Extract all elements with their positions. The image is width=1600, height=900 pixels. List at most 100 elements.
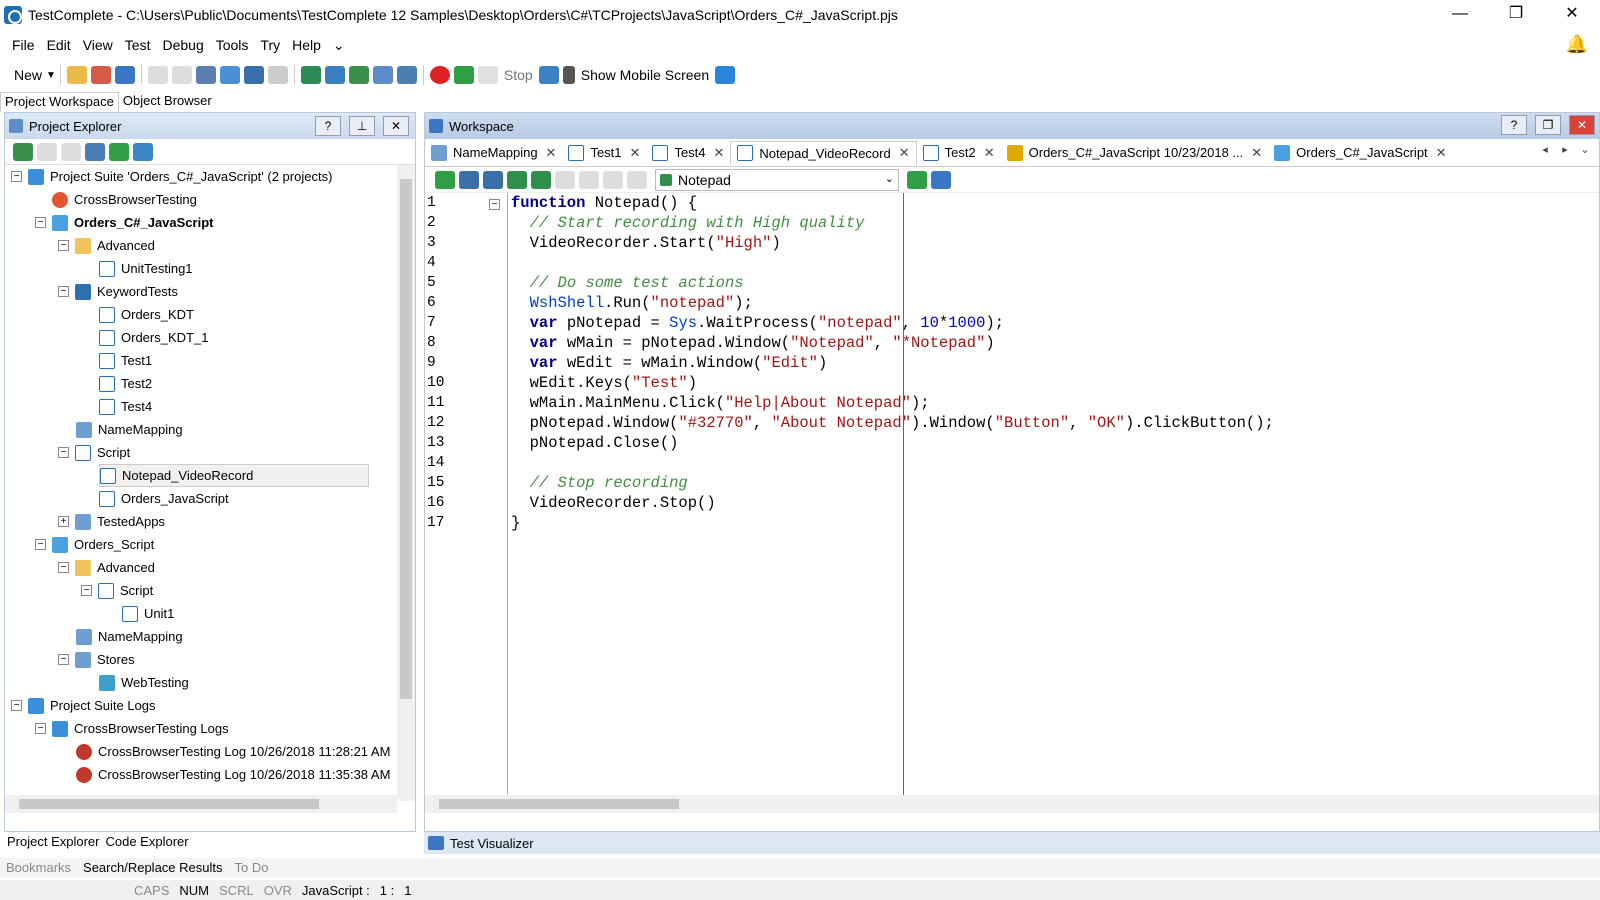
redo-icon[interactable] bbox=[171, 66, 192, 84]
close-tab-icon[interactable]: ✕ bbox=[714, 145, 725, 161]
tree-node-crossbrowsertesting-logs[interactable]: − CrossBrowserTesting Logs bbox=[35, 717, 229, 740]
tab-bookmarks[interactable]: Bookmarks bbox=[0, 858, 77, 878]
add-new-item-icon[interactable] bbox=[13, 142, 33, 161]
open-project-icon[interactable] bbox=[66, 66, 87, 84]
save-all-icon[interactable] bbox=[114, 66, 135, 84]
tree-node-advanced[interactable]: − Advanced bbox=[58, 234, 155, 257]
new-button[interactable]: New bbox=[14, 67, 42, 83]
tab-to-do[interactable]: To Do bbox=[229, 858, 275, 878]
collapse-icon[interactable]: − bbox=[11, 700, 22, 711]
next-bookmark-icon[interactable] bbox=[579, 170, 599, 189]
scroll-thumb[interactable] bbox=[439, 799, 679, 809]
tree-node-keywordtests[interactable]: − KeywordTests bbox=[58, 280, 178, 303]
menu-view[interactable]: View bbox=[83, 37, 113, 53]
collapse-icon[interactable]: − bbox=[11, 171, 22, 182]
tree-node-webtesting[interactable]: WebTesting bbox=[99, 671, 189, 694]
add-checkpoint-icon[interactable] bbox=[907, 170, 927, 189]
collapse-icon[interactable]: − bbox=[35, 723, 46, 734]
mobile-screen-icon[interactable] bbox=[562, 66, 575, 84]
close-panel-button[interactable]: ✕ bbox=[383, 116, 409, 136]
tab-list-icon[interactable]: ⌄ bbox=[1575, 143, 1595, 156]
bookmark-icon[interactable] bbox=[555, 170, 575, 189]
tab-project-workspace[interactable]: Project Workspace bbox=[0, 92, 119, 112]
doc-tab-test1[interactable]: Test1 ✕ bbox=[562, 141, 646, 165]
close-tab-icon[interactable]: ✕ bbox=[899, 145, 910, 161]
collapse-icon[interactable]: − bbox=[35, 539, 46, 550]
tree-node-script[interactable]: − Script bbox=[58, 441, 130, 464]
tree-node-project-suite-logs[interactable]: − Project Suite Logs bbox=[11, 694, 156, 717]
notification-bell-icon[interactable]: 🔔 bbox=[1566, 34, 1588, 55]
doc-tab-namemapping[interactable]: NameMapping ✕ bbox=[425, 141, 562, 165]
close-tab-icon[interactable]: ✕ bbox=[1251, 145, 1262, 161]
tab-search-replace-results[interactable]: Search/Replace Results bbox=[77, 858, 228, 878]
show-mobile-screen-button[interactable]: Show Mobile Screen bbox=[581, 67, 709, 83]
tree-node-namemapping[interactable]: NameMapping bbox=[76, 418, 183, 441]
record-icon[interactable] bbox=[429, 66, 450, 84]
tab-scroll-right-icon[interactable]: ▸ bbox=[1555, 143, 1575, 156]
tree-node-testedapps[interactable]: + TestedApps bbox=[58, 510, 165, 533]
uncomment-icon[interactable] bbox=[531, 170, 551, 189]
stop-icon[interactable] bbox=[477, 66, 498, 84]
workspace-restore-button[interactable]: ❐ bbox=[1535, 115, 1561, 135]
workspace-close-button[interactable]: ✕ bbox=[1569, 115, 1595, 135]
outdent-icon[interactable] bbox=[483, 170, 503, 189]
close-tab-icon[interactable]: ✕ bbox=[630, 145, 641, 161]
forward-icon[interactable] bbox=[627, 170, 647, 189]
scroll-thumb[interactable] bbox=[400, 179, 412, 699]
tree-node-advanced-2[interactable]: − Advanced bbox=[58, 556, 155, 579]
refresh-icon[interactable] bbox=[133, 142, 153, 161]
tree-node-cbt-log-1[interactable]: CrossBrowserTesting Log 10/26/2018 11:28… bbox=[76, 740, 390, 763]
tree-node-orders-kdt-1[interactable]: Orders_KDT_1 bbox=[99, 326, 208, 349]
new-dropdown-icon[interactable]: ▼ bbox=[46, 70, 56, 81]
collapse-icon[interactable]: − bbox=[35, 217, 46, 228]
tree-node-stores[interactable]: − Stores bbox=[58, 648, 135, 671]
add-existing-item-icon[interactable] bbox=[37, 142, 57, 161]
stores-icon[interactable] bbox=[396, 66, 417, 84]
tree-node-unit1[interactable]: Unit1 bbox=[122, 602, 174, 625]
doc-tab-notepad-videorecord[interactable]: Notepad_VideoRecord ✕ bbox=[730, 140, 917, 165]
menu-overflow-icon[interactable]: ⌄ bbox=[333, 37, 345, 54]
tree-node-cbt-log-2[interactable]: CrossBrowserTesting Log 10/26/2018 11:35… bbox=[76, 763, 390, 786]
tab-object-browser[interactable]: Object Browser bbox=[119, 92, 216, 112]
run-icon[interactable] bbox=[453, 66, 474, 84]
close-tab-icon[interactable]: ✕ bbox=[1436, 145, 1447, 161]
restore-button[interactable]: ❐ bbox=[1488, 0, 1544, 30]
properties-icon[interactable] bbox=[85, 142, 105, 161]
close-tab-icon[interactable]: ✕ bbox=[984, 145, 995, 161]
menu-test[interactable]: Test bbox=[125, 37, 151, 53]
menu-tools[interactable]: Tools bbox=[216, 37, 249, 53]
tab-code-explorer[interactable]: Code Explorer bbox=[102, 832, 191, 852]
workspace-help-button[interactable]: ? bbox=[1501, 115, 1527, 135]
menu-debug[interactable]: Debug bbox=[162, 37, 203, 53]
undo-icon[interactable] bbox=[147, 66, 168, 84]
menu-file[interactable]: File bbox=[12, 37, 35, 53]
code-editor[interactable]: 1 2 3 4 5 6 7 8 9 10 11 12 13 14 15 16 1… bbox=[425, 193, 1599, 795]
tree-node-script-2[interactable]: − Script bbox=[81, 579, 153, 602]
fold-toggle-icon[interactable]: − bbox=[489, 199, 500, 210]
close-window-button[interactable]: ✕ bbox=[1544, 0, 1600, 30]
doc-tab-test2[interactable]: Test2 ✕ bbox=[917, 141, 1001, 165]
tree-node-test1[interactable]: Test1 bbox=[99, 349, 152, 372]
tree-node-orders-cs-javascript[interactable]: − Orders_C#_JavaScript bbox=[35, 211, 213, 234]
tree-node-notepad-videorecord[interactable]: Notepad_VideoRecord bbox=[99, 464, 369, 487]
close-project-icon[interactable] bbox=[90, 66, 111, 84]
collapse-icon[interactable]: − bbox=[58, 447, 69, 458]
tree-vertical-scrollbar[interactable] bbox=[397, 165, 415, 801]
add-item-icon[interactable] bbox=[300, 66, 321, 84]
tree-node-orders-kdt[interactable]: Orders_KDT bbox=[99, 303, 194, 326]
help-button[interactable]: ? bbox=[315, 116, 341, 136]
doc-tab-test4[interactable]: Test4 ✕ bbox=[646, 141, 730, 165]
routine-selector[interactable]: Notepad ⌄ bbox=[655, 168, 899, 191]
delete-icon[interactable] bbox=[267, 66, 288, 84]
tree-node-namemapping-2[interactable]: NameMapping bbox=[76, 625, 183, 648]
collapse-icon[interactable]: − bbox=[58, 562, 69, 573]
menu-edit[interactable]: Edit bbox=[47, 37, 71, 53]
test-visualizer-bar[interactable]: Test Visualizer bbox=[424, 832, 1600, 854]
tree-node-orders-javascript[interactable]: Orders_JavaScript bbox=[99, 487, 229, 510]
tree-node-unittesting1[interactable]: UnitTesting1 bbox=[99, 257, 193, 280]
menu-help[interactable]: Help bbox=[292, 37, 321, 53]
back-icon[interactable] bbox=[603, 170, 623, 189]
object-spy-icon[interactable] bbox=[931, 170, 951, 189]
comment-icon[interactable] bbox=[507, 170, 527, 189]
editor-horizontal-scrollbar[interactable] bbox=[425, 795, 1599, 813]
